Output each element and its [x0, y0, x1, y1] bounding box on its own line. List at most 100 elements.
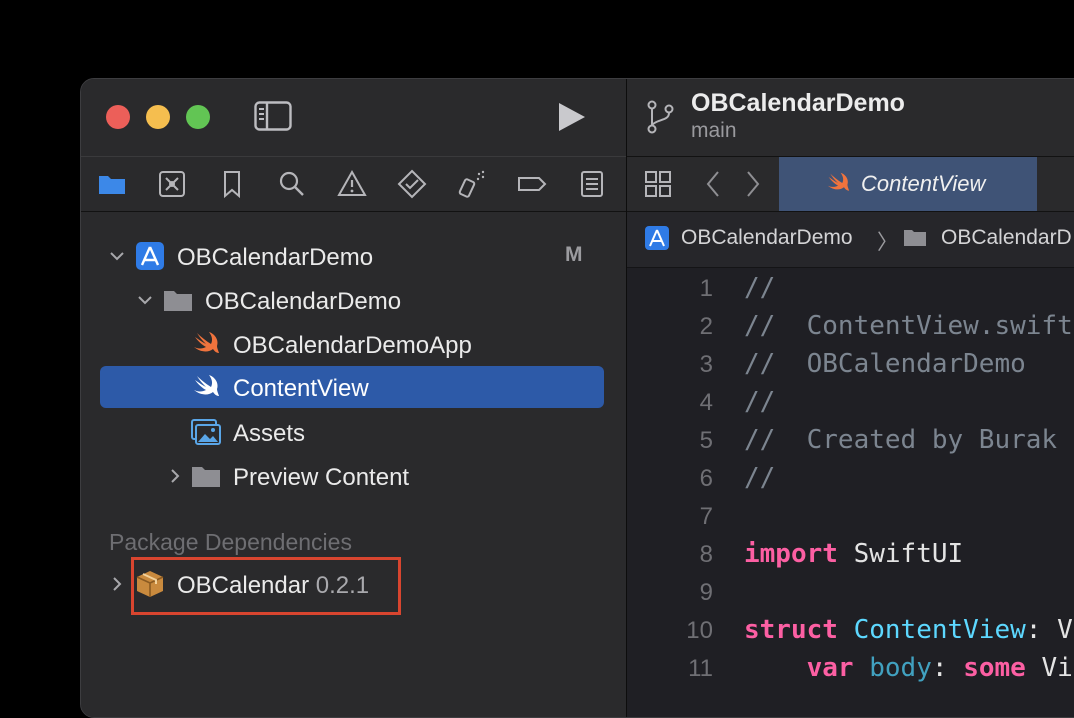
tree-item-project-root[interactable]: OBCalendarDemo	[81, 236, 626, 276]
xcode-project-icon	[136, 242, 164, 270]
code-token: //	[744, 387, 776, 417]
navigator-selector-bar	[81, 156, 626, 212]
folder-icon	[192, 467, 220, 487]
tree-item-label: ContentView	[233, 375, 369, 402]
code-text: //	[744, 463, 775, 493]
test-icon[interactable]	[397, 169, 427, 199]
code-line[interactable]: 2 // ContentView.swift	[627, 307, 1074, 345]
search-icon[interactable]	[277, 169, 307, 199]
line-number: 4	[699, 389, 713, 416]
code-token: body	[869, 653, 932, 683]
tree-item-file-selected[interactable]: ContentView	[81, 366, 626, 408]
code-line[interactable]: 7	[627, 497, 1074, 535]
code-line[interactable]: 10 struct ContentView: View {	[627, 611, 1074, 649]
tab-label: ContentView	[861, 171, 986, 196]
branch-icon	[647, 100, 674, 134]
code-token: View	[1041, 653, 1074, 683]
code-text: //	[744, 273, 775, 303]
folder-icon	[904, 230, 926, 246]
tree-item-group[interactable]: OBCalendarDemo	[81, 280, 626, 320]
jump-bar-separator: 〉	[877, 231, 898, 254]
code-line[interactable]: 8 import SwiftUI	[627, 535, 1074, 573]
code-line[interactable]: 11 var body: some View	[627, 649, 1074, 687]
code-text: import SwiftUI	[744, 539, 963, 569]
chevron-right-icon[interactable]	[109, 576, 125, 592]
code-token: //	[744, 273, 776, 303]
code-line[interactable]: 3 // OBCalendarDemo	[627, 345, 1074, 383]
swift-icon	[194, 375, 219, 396]
debug-icon[interactable]	[457, 169, 487, 199]
tree-item-label: OBCalendarDemo	[177, 244, 374, 271]
breakpoint-icon[interactable]	[517, 169, 547, 199]
code-line[interactable]: 9	[627, 573, 1074, 611]
tree-item-label: Assets	[233, 420, 306, 447]
chevron-right-icon[interactable]	[167, 468, 183, 484]
code-token: some	[963, 653, 1026, 683]
code-token: var	[806, 653, 854, 683]
xcode-window: OBCalendarDemo M OBCalendarDemo OBCalend…	[80, 78, 1074, 718]
code-token: import	[744, 539, 838, 569]
zoom-window-button[interactable]	[186, 105, 210, 129]
modified-badge: M	[565, 243, 583, 266]
editor-tab-bar: ContentView	[627, 156, 1074, 212]
tree-item-preview-folder[interactable]: Preview Content	[81, 456, 626, 496]
swift-icon	[194, 332, 219, 353]
run-button[interactable]	[555, 101, 589, 133]
line-number: 10	[686, 617, 713, 644]
code-line[interactable]: 1 //	[627, 269, 1074, 307]
code-token: // ContentView.swift	[744, 311, 1073, 341]
annotation-highlight-box	[131, 557, 401, 615]
editor-area: OBCalendarDemo main ContentView OBCalend…	[627, 79, 1074, 717]
minimize-window-button[interactable]	[146, 105, 170, 129]
chevron-down-icon[interactable]	[109, 248, 125, 264]
tab-contentview[interactable]: ContentView	[779, 157, 1037, 211]
bookmark-icon[interactable]	[217, 169, 247, 199]
code-token: : View {	[1025, 615, 1074, 645]
sidebar-toggle-icon[interactable]	[254, 101, 292, 131]
code-token: :	[931, 653, 964, 683]
toolbar-project-info: OBCalendarDemo main	[627, 79, 1074, 156]
branch-name[interactable]: main	[691, 119, 737, 143]
chevron-down-icon[interactable]	[137, 292, 153, 308]
swift-icon	[827, 172, 850, 191]
line-number: 2	[699, 313, 713, 340]
source-control-icon[interactable]	[157, 169, 187, 199]
back-icon[interactable]	[703, 169, 723, 199]
line-number: 7	[699, 503, 713, 530]
line-number: 1	[699, 275, 713, 302]
folder-icon[interactable]	[97, 169, 127, 199]
xcode-project-icon	[645, 226, 669, 250]
code-token: struct	[744, 615, 838, 645]
project-title[interactable]: OBCalendarDemo	[691, 89, 905, 118]
tree-item-file[interactable]: Assets	[81, 412, 626, 452]
jump-bar-item[interactable]: OBCalendarDemo	[681, 226, 853, 250]
code-line[interactable]: 5 // Created by Burak	[627, 421, 1074, 459]
assets-icon	[191, 419, 221, 445]
report-icon[interactable]	[577, 169, 607, 199]
code-text: // ContentView.swift	[744, 311, 1073, 341]
code-text: // OBCalendarDemo	[744, 349, 1026, 379]
jump-bar-item[interactable]: OBCalendarD	[941, 226, 1072, 250]
code-text: //	[744, 387, 775, 417]
code-text: var body: some View	[744, 653, 1074, 683]
forward-icon[interactable]	[743, 169, 763, 199]
code-token: // Created by Burak	[744, 425, 1058, 455]
line-number: 5	[699, 427, 713, 454]
code-line[interactable]: 6 //	[627, 459, 1074, 497]
line-number: 9	[699, 579, 713, 606]
close-window-button[interactable]	[106, 105, 130, 129]
line-number: 3	[699, 351, 713, 378]
code-text: struct ContentView: View {	[744, 615, 1074, 645]
tree-item-label: OBCalendarDemoApp	[233, 332, 472, 359]
line-number: 6	[699, 465, 713, 492]
line-number: 11	[688, 655, 713, 682]
tree-item-file[interactable]: OBCalendarDemoApp	[81, 324, 626, 364]
warning-icon[interactable]	[337, 169, 367, 199]
project-navigator: OBCalendarDemo M OBCalendarDemo OBCalend…	[81, 79, 626, 717]
jump-bar: OBCalendarDemo 〉 OBCalendarD	[627, 212, 1074, 268]
code-line[interactable]: 4 //	[627, 383, 1074, 421]
related-items-icon[interactable]	[643, 169, 673, 199]
